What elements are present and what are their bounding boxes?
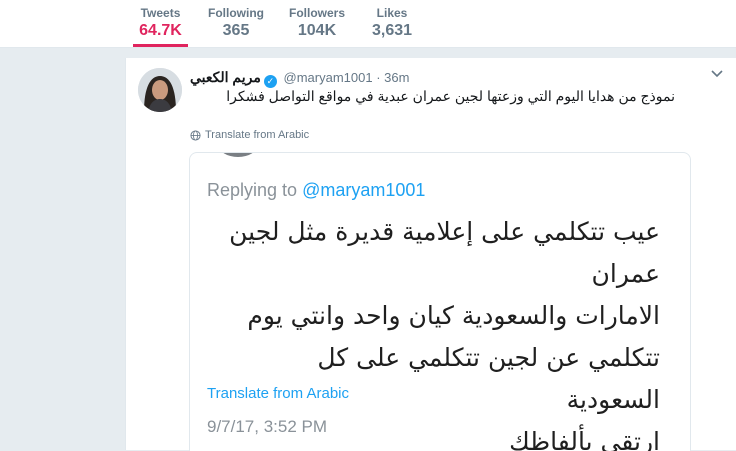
quoted-line: عيب تتكلمي على إعلامية قديرة مثل لجين عم… [229,217,660,288]
author-fullname[interactable]: مريم الكعبي [190,69,261,85]
tweet-header: مريم الكعبي ✓ @maryam1001 · 36m [190,68,409,88]
translate-label: Translate from Arabic [205,129,310,141]
avatar[interactable] [138,68,182,112]
stat-label: Following [208,6,264,20]
tweet-media-image[interactable]: Replying to @maryam1001 عيب تتكلمي على إ… [189,152,691,451]
quoted-reply-text: عيب تتكلمي على إعلامية قديرة مثل لجين عم… [220,211,660,451]
stat-label: Followers [288,6,345,20]
stat-following[interactable]: Following 365 [204,6,268,47]
profile-nav: Tweets 64.7K Following 365 Followers 104… [0,0,736,48]
stat-value: 3,631 [371,22,413,39]
stat-likes[interactable]: Likes 3,631 [367,6,417,47]
stat-value: 104K [297,22,337,39]
replying-handle: @maryam1001 [302,180,426,200]
stat-tweets[interactable]: Tweets 64.7K [133,6,188,47]
globe-icon [190,129,201,141]
media-date: 9/7/17, 3:52 PM [207,417,328,436]
tweet-timestamp[interactable]: 36m [384,70,409,85]
quoted-line: تتكلمي عن لجين تتكلمي على كل السعودية [317,343,660,414]
translate-tweet-link[interactable]: Translate from Arabic [190,129,309,141]
chevron-down-icon[interactable] [711,66,723,81]
stat-followers[interactable]: Followers 104K [284,6,350,47]
replying-to-line: Replying to @maryam1001 [207,180,425,201]
replying-prefix: Replying to [207,180,298,200]
tweet-text: نموذج من هدايا اليوم التي وزعتها لجين عم… [226,88,675,104]
separator-dot: · [376,70,381,85]
avatar-image [138,68,182,112]
quoted-avatar [218,153,258,157]
stat-label: Likes [376,6,408,20]
media-translate-label: Translate from Arabic [207,385,349,402]
tweet-card[interactable]: مريم الكعبي ✓ @maryam1001 · 36m نموذج من … [125,58,736,451]
author-handle[interactable]: @maryam1001 [284,70,373,85]
stat-value: 365 [222,22,250,39]
quoted-line: الامارات والسعودية كيان واحد وانتي يوم [247,301,660,330]
stat-value: 64.7K [139,22,182,39]
stat-label: Tweets [140,6,181,20]
